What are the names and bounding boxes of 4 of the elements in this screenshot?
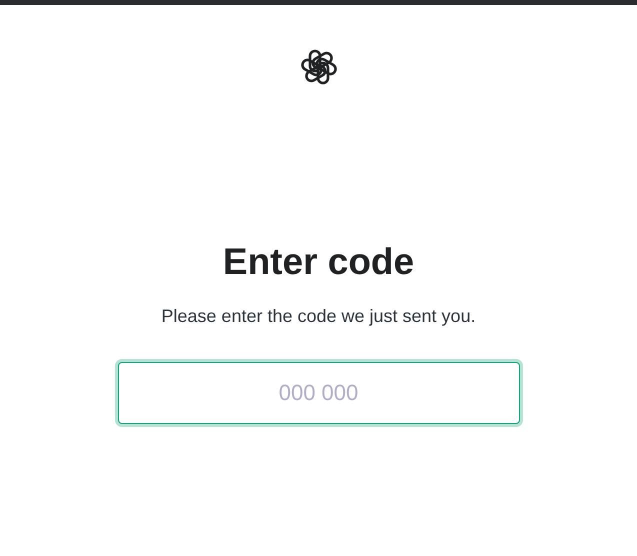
logo-icon [298,47,338,87]
instruction-text: Please enter the code we just sent you. [161,305,476,328]
code-input-field[interactable]: 000 000 [118,362,520,424]
page-heading: Enter code [222,240,414,284]
